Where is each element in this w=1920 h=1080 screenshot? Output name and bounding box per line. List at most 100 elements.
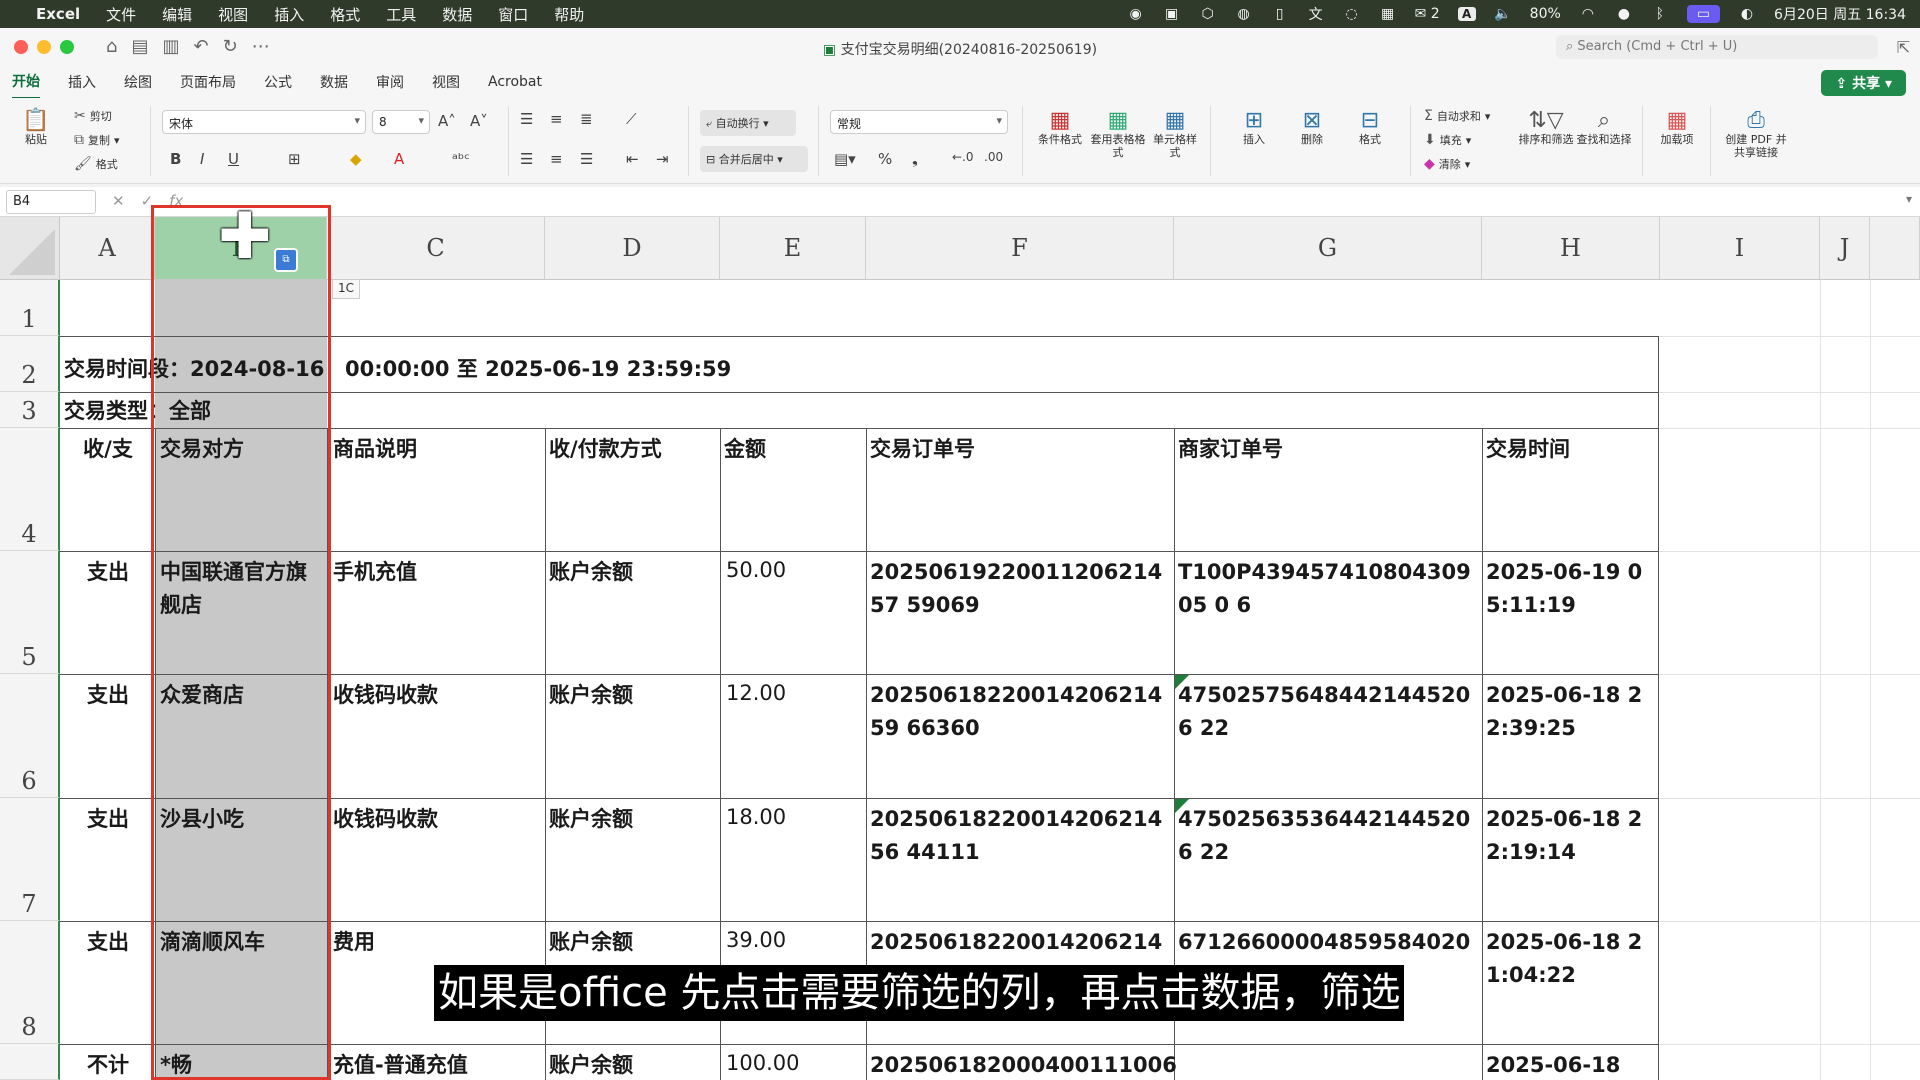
tab-draw[interactable]: 绘图 <box>124 66 152 98</box>
input-method-icon[interactable]: A <box>1457 7 1476 21</box>
column-header-c[interactable]: C <box>327 217 545 280</box>
row-header-8[interactable]: 8 <box>0 921 60 1044</box>
cell-order-no[interactable]: 2025061820004001110062 <box>870 1049 1176 1080</box>
volume-icon[interactable]: 🔈 <box>1494 6 1512 22</box>
sort-filter-button[interactable]: ⇅▽ 排序和筛选 <box>1516 108 1576 146</box>
header-merchant-order-no[interactable]: 商家订单号 <box>1178 433 1478 466</box>
row-header-5[interactable]: 5 <box>0 551 60 674</box>
menu-app-name[interactable]: Excel <box>36 5 80 23</box>
row-header-4[interactable]: 4 <box>0 428 60 551</box>
cell-time[interactable]: 2025-06-18 21:04:22 <box>1486 926 1654 992</box>
increase-decimal-icon[interactable]: ←.0 <box>952 150 974 164</box>
font-color-icon[interactable]: A <box>394 150 404 168</box>
menu-window[interactable]: 窗口 <box>498 4 528 25</box>
orientation-icon[interactable]: ⟋ <box>626 110 637 128</box>
cell-type[interactable]: 支出 <box>62 803 154 836</box>
menu-help[interactable]: 帮助 <box>554 4 584 25</box>
column-header-e[interactable]: E <box>720 217 866 280</box>
cell-description[interactable]: 收钱码收款 <box>333 679 543 712</box>
fill-button[interactable]: ⬇ 填充 ▾ <box>1424 132 1471 148</box>
number-as-text-indicator[interactable] <box>1175 799 1189 813</box>
cell-time[interactable]: 2025-06-18 22:39:25 <box>1486 679 1654 745</box>
align-top-icon[interactable]: ☰ <box>520 110 533 128</box>
column-header-g[interactable]: G <box>1174 217 1482 280</box>
conditional-format-button[interactable]: ▦ 条件格式 <box>1030 108 1090 146</box>
font-name-select[interactable]: 宋体 ▾ <box>162 110 366 134</box>
control-center-icon[interactable]: ◐ <box>1738 6 1756 22</box>
menu-file[interactable]: 文件 <box>106 4 136 25</box>
search-input[interactable]: ⌕ Search (Cmd + Ctrl + U) <box>1556 35 1878 59</box>
row-header-3[interactable]: 3 <box>0 392 60 428</box>
cell-payment-method[interactable]: 账户余额 <box>549 1049 719 1080</box>
cell-style-button[interactable]: ▦ 单元格样式 <box>1148 108 1202 159</box>
column-header-d[interactable]: D <box>545 217 720 280</box>
cell-payment-method[interactable]: 账户余额 <box>549 926 719 959</box>
find-select-button[interactable]: ⌕ 查找和选择 <box>1576 108 1632 146</box>
fill-color-icon[interactable]: ◆ <box>350 150 362 168</box>
cell-payment-method[interactable]: 账户余额 <box>549 556 719 589</box>
share-link-icon[interactable]: ⇱ <box>1897 38 1910 57</box>
box-icon[interactable]: ⬡ <box>1199 6 1217 22</box>
underline-icon[interactable]: U <box>228 150 239 168</box>
row-header-1[interactable]: 1 <box>0 280 60 336</box>
cell-order-no[interactable]: 2025061922001120621457 59069 <box>870 556 1176 622</box>
align-right-icon[interactable]: ☰ <box>580 150 593 168</box>
format-cells-button[interactable]: ⊟ 格式 <box>1344 108 1396 146</box>
column-header-a[interactable]: A <box>60 217 155 280</box>
row-header-9[interactable] <box>0 1044 60 1080</box>
bold-icon[interactable]: B <box>170 150 181 168</box>
cell-b2-continued[interactable]: 00:00:00 至 2025-06-19 23:59:59 <box>345 353 1245 386</box>
cell-order-no[interactable]: 2025061822001420621459 66360 <box>870 679 1176 745</box>
phonetic-icon[interactable]: ᵃᵇᶜ <box>452 150 470 168</box>
cell-merchant-order-no[interactable]: 475025635364421445206 22 <box>1178 803 1480 869</box>
menu-insert[interactable]: 插入 <box>274 4 304 25</box>
increase-font-icon[interactable]: A˄ <box>438 112 456 130</box>
accounting-icon[interactable]: ▤▾ <box>834 150 856 168</box>
row-header-7[interactable]: 7 <box>0 798 60 921</box>
chrome-icon[interactable]: ◍ <box>1235 6 1253 22</box>
cell-amount[interactable]: 12.00 <box>726 677 864 710</box>
translate-icon[interactable]: 文 <box>1307 4 1325 24</box>
cell-amount[interactable]: 100.00 <box>726 1047 864 1080</box>
column-header-h[interactable]: H <box>1482 217 1660 280</box>
menu-view[interactable]: 视图 <box>218 4 248 25</box>
addins-button[interactable]: ▦ 加载项 <box>1652 108 1702 146</box>
column-header-f[interactable]: F <box>866 217 1174 280</box>
menu-tools[interactable]: 工具 <box>386 4 416 25</box>
cell-description[interactable]: 费用 <box>333 926 543 959</box>
cell-type[interactable]: 支出 <box>62 556 154 589</box>
insert-cells-button[interactable]: ⊞ 插入 <box>1228 108 1280 146</box>
cell-time[interactable]: 2025-06-18 <box>1486 1049 1654 1080</box>
battery-app-icon[interactable]: ▯ <box>1271 6 1289 22</box>
tab-home[interactable]: 开始 <box>12 65 40 100</box>
header-type[interactable]: 收/支 <box>62 433 154 466</box>
wps-icon[interactable]: ▣ <box>1163 6 1181 22</box>
header-description[interactable]: 商品说明 <box>333 433 543 466</box>
chat-icon[interactable]: ◌ <box>1343 6 1361 22</box>
font-size-select[interactable]: 8 ▾ <box>372 110 430 134</box>
increase-indent-icon[interactable]: ⇥ <box>656 150 669 168</box>
menu-data[interactable]: 数据 <box>442 4 472 25</box>
italic-icon[interactable]: I <box>200 150 204 168</box>
menu-format[interactable]: 格式 <box>330 4 360 25</box>
tab-review[interactable]: 审阅 <box>376 66 404 98</box>
copy-button[interactable]: ⧉ 复制 ▾ <box>74 132 120 148</box>
align-left-icon[interactable]: ☰ <box>520 150 533 168</box>
user-icon[interactable]: ● <box>1615 6 1633 22</box>
cell-payment-method[interactable]: 账户余额 <box>549 679 719 712</box>
autosum-button[interactable]: Σ 自动求和 ▾ <box>1424 108 1490 124</box>
decrease-indent-icon[interactable]: ⇤ <box>626 150 639 168</box>
table-format-button[interactable]: ▦ 套用表格格式 <box>1090 108 1146 159</box>
align-bottom-icon[interactable]: ≣ <box>580 110 593 128</box>
comma-icon[interactable]: ❟ <box>912 150 918 168</box>
row-header-2[interactable]: 2 <box>0 336 60 392</box>
select-all-corner[interactable] <box>0 217 60 280</box>
cell-description[interactable]: 手机充值 <box>333 556 543 589</box>
cell-merchant-order-no[interactable]: T100P43945741080430905 0 6 <box>1178 556 1480 622</box>
name-box[interactable]: B4 <box>6 190 96 214</box>
expand-formula-icon[interactable]: ▾ <box>1906 192 1912 206</box>
bluetooth-icon[interactable]: ᛒ <box>1651 6 1669 22</box>
battery-percent[interactable]: 80% <box>1530 6 1561 22</box>
column-header-i[interactable]: I <box>1660 217 1820 280</box>
cancel-icon[interactable]: ✕ <box>112 192 125 210</box>
